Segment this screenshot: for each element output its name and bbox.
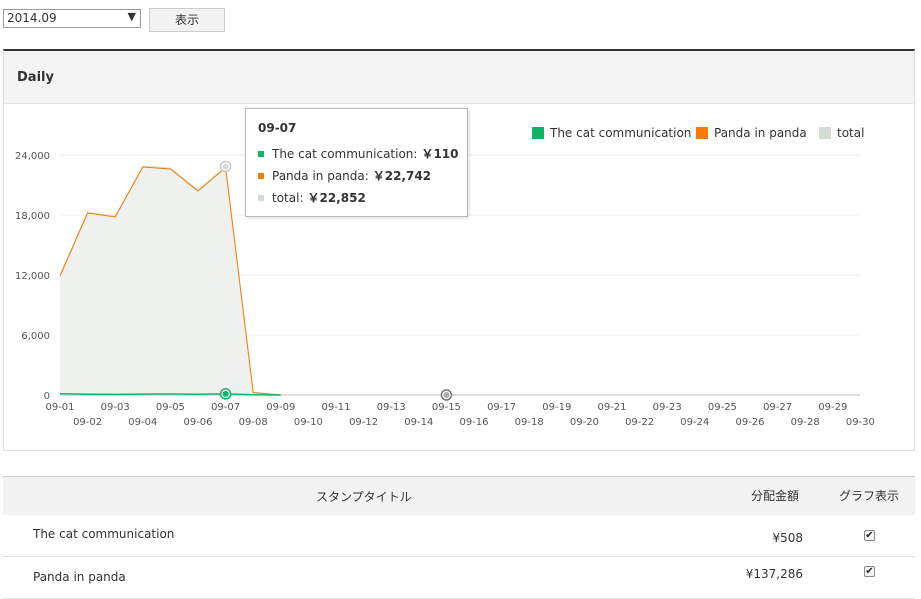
tooltip-row: The cat communication: ￥110 <box>258 146 459 162</box>
y-tick-label: 18,000 <box>15 211 50 222</box>
header-stamp-title: スタンプタイトル <box>316 490 412 504</box>
y-tick-label: 24,000 <box>15 151 50 162</box>
x-tick-label: 09-16 <box>459 417 488 428</box>
x-tick-label: 09-05 <box>156 402 185 413</box>
legend-swatch <box>532 126 544 139</box>
legend-item[interactable]: total <box>819 126 864 140</box>
tooltip-label: Panda in panda: <box>272 169 369 183</box>
tooltip-value: ￥22,852 <box>307 191 366 205</box>
y-tick-label: 12,000 <box>15 271 50 282</box>
legend-swatch <box>696 126 708 139</box>
x-tick-label: 09-28 <box>791 417 820 428</box>
x-tick-label: 09-19 <box>542 402 571 413</box>
dropdown-arrow-icon: ▼ <box>127 10 136 23</box>
x-tick-label: 09-08 <box>239 417 268 428</box>
row-amount: ¥508 <box>772 531 803 545</box>
table-row: The cat communication ¥508 ✔ <box>3 515 915 557</box>
tooltip-row: Panda in panda: ￥22,742 <box>258 168 431 184</box>
x-tick-label: 09-22 <box>625 417 654 428</box>
x-tick-label: 09-12 <box>349 417 378 428</box>
month-select-value: 2014.09 <box>7 11 57 25</box>
hover-marker-total-dot <box>222 163 229 170</box>
tooltip-label: total: <box>272 191 304 205</box>
x-tick-label: 09-29 <box>818 402 847 413</box>
legend-item[interactable]: The cat communication <box>532 126 691 140</box>
header-amount: 分配金額 <box>751 489 800 503</box>
y-tick-label: 6,000 <box>21 331 50 342</box>
x-tick-label: 09-30 <box>846 417 875 428</box>
table-header: スタンプタイトル 分配金額 グラフ表示 <box>3 477 915 515</box>
tooltip-value: ￥110 <box>421 147 459 161</box>
table-row: Panda in panda ¥137,286 ✔ <box>3 557 915 599</box>
tooltip-swatch <box>258 150 264 157</box>
month-select[interactable]: 2014.09 ▼ <box>3 9 141 28</box>
x-tick-label: 09-13 <box>377 402 406 413</box>
x-tick-label: 09-27 <box>763 402 792 413</box>
x-tick-label: 09-07 <box>211 402 240 413</box>
x-tick-label: 09-15 <box>432 402 461 413</box>
x-tick-label: 09-17 <box>487 402 516 413</box>
header-graph: グラフ表示 <box>839 489 900 503</box>
stamp-table: スタンプタイトル 分配金額 グラフ表示 The cat communicatio… <box>3 476 915 599</box>
x-tick-label: 09-10 <box>294 417 323 428</box>
x-tick-label: 09-20 <box>570 417 599 428</box>
legend-label: The cat communication <box>550 126 692 140</box>
x-tick-label: 09-23 <box>653 402 682 413</box>
x-tick-label: 09-01 <box>45 402 74 413</box>
x-tick-label: 09-14 <box>404 417 433 428</box>
x-tick-label: 09-25 <box>708 402 737 413</box>
x-tick-label: 09-02 <box>73 417 102 428</box>
legend-label: Panda in panda <box>714 126 807 140</box>
x-tick-label: 09-09 <box>266 402 295 413</box>
hover-marker-cat-dot <box>222 390 229 397</box>
graph-checkbox[interactable]: ✔ <box>864 530 875 541</box>
x-tick-label: 09-21 <box>597 402 626 413</box>
legend-label: total <box>837 126 865 140</box>
y-tick-label: 0 <box>44 391 50 402</box>
x-tick-label: 09-11 <box>321 402 350 413</box>
point-marker-dot <box>443 392 450 398</box>
x-tick-label: 09-26 <box>735 417 764 428</box>
x-tick-label: 09-18 <box>515 417 544 428</box>
graph-checkbox[interactable]: ✔ <box>864 566 875 577</box>
tooltip-swatch <box>258 194 264 201</box>
x-tick-label: 09-24 <box>680 417 709 428</box>
x-tick-label: 09-03 <box>101 402 130 413</box>
tooltip-swatch <box>258 172 264 179</box>
row-amount: ¥137,286 <box>745 567 803 581</box>
legend-swatch <box>819 126 831 139</box>
panel-title: Daily <box>17 70 54 85</box>
row-title: The cat communication <box>33 527 175 541</box>
x-tick-label: 09-04 <box>128 417 157 428</box>
tooltip-row: total: ￥22,852 <box>258 190 366 206</box>
tooltip-date: 09-07 <box>258 121 297 135</box>
row-title: Panda in panda <box>33 570 126 584</box>
tooltip-label: The cat communication: <box>272 147 418 161</box>
panel-header <box>4 51 914 104</box>
tooltip-value: ￥22,742 <box>372 169 432 183</box>
show-button[interactable]: 表示 <box>149 8 225 32</box>
chart-tooltip: 09-07 The cat communication: ￥110 Panda i… <box>245 108 468 217</box>
x-tick-label: 09-06 <box>183 417 212 428</box>
legend-item[interactable]: Panda in panda <box>696 126 807 140</box>
